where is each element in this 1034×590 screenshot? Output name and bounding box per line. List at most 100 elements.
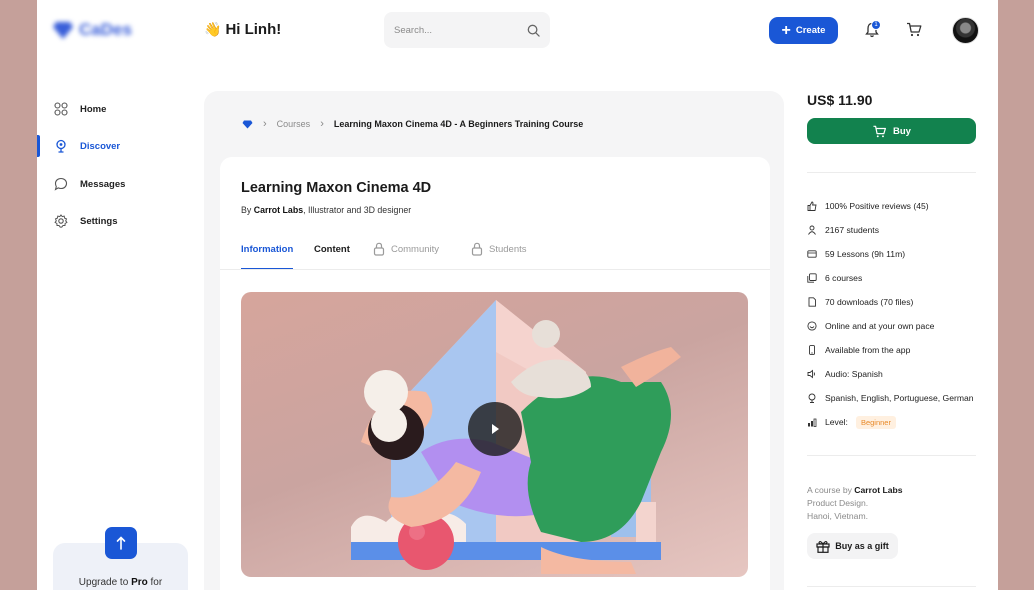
divider (807, 455, 976, 456)
search-input[interactable] (394, 24, 514, 36)
cart-icon (873, 125, 887, 137)
sidebar-item-discover[interactable]: Discover (54, 135, 120, 157)
sidebar-item-label: Home (80, 103, 107, 115)
avatar[interactable] (952, 17, 979, 44)
gift-label: Buy as a gift (835, 541, 889, 551)
course-author-link[interactable]: Carrot Labs (254, 205, 303, 215)
by-prefix: By (241, 205, 254, 215)
greeting-text: Hi Linh! (225, 21, 282, 38)
upgrade-pro: Pro (131, 577, 148, 588)
feature-text: 59 Lessons (9h 11m) (825, 249, 906, 259)
sidebar-item-label: Settings (80, 215, 118, 227)
courses-icon (807, 273, 817, 283)
course-price: US$ 11.90 (807, 92, 873, 108)
tab-label: Students (489, 244, 527, 255)
feature-text: 6 courses (825, 273, 863, 283)
divider (807, 172, 976, 173)
phone-icon (809, 345, 815, 355)
breadcrumb-courses[interactable]: Courses (277, 119, 311, 129)
level-icon (808, 418, 817, 427)
gift-icon (816, 540, 830, 553)
plus-icon: + (781, 21, 791, 39)
sidebar-item-label: Discover (80, 140, 121, 152)
logo[interactable]: CaDes (53, 20, 132, 40)
file-icon (808, 297, 816, 307)
create-label: Create (795, 25, 826, 36)
search-icon[interactable] (527, 24, 540, 37)
feature-app: Available from the app (807, 343, 910, 357)
feature-text: 70 downloads (70 files) (825, 297, 914, 307)
pace-icon (807, 321, 817, 331)
video-icon (807, 250, 817, 258)
thumbs-up-icon (807, 201, 817, 211)
buy-as-gift-button[interactable]: Buy as a gift (807, 533, 898, 559)
author-line-1: A course by Carrot Labs (807, 484, 903, 497)
tab-label: Community (391, 244, 440, 255)
feature-audio: Audio: Spanish (807, 367, 883, 381)
upgrade-prefix: Upgrade to (78, 577, 132, 588)
app-window: CaDes 👋 Hi Linh! + Create 1 Home Discove… (37, 0, 998, 590)
author-info: A course by Carrot Labs Product Design. … (807, 484, 903, 523)
feature-pace: Online and at your own pace (807, 319, 934, 333)
feature-courses: 6 courses (807, 271, 862, 285)
feature-reviews: 100% Positive reviews (45) (807, 199, 929, 213)
chat-icon (54, 177, 68, 191)
user-icon (808, 225, 816, 235)
discover-icon (56, 139, 66, 153)
sidebar-item-home[interactable]: Home (54, 98, 106, 120)
play-button[interactable] (468, 402, 522, 456)
sidebar-item-label: Messages (80, 178, 126, 190)
sidebar-item-settings[interactable]: Settings (54, 210, 117, 232)
nav-active-indicator (37, 135, 40, 157)
feature-text: 100% Positive reviews (45) (825, 201, 929, 211)
course-title: Learning Maxon Cinema 4D (241, 180, 432, 196)
notification-badge: 1 (871, 20, 881, 30)
feature-text: Online and at your own pace (825, 321, 935, 331)
feature-level: Level: Beginner (807, 415, 896, 429)
lock-icon (373, 242, 385, 256)
breadcrumb: › Courses › Learning Maxon Cinema 4D - A… (242, 118, 583, 130)
tab-community[interactable]: Community (373, 242, 440, 270)
tab-students[interactable]: Students (471, 242, 527, 270)
feature-text: 2167 students (825, 225, 879, 235)
buy-button[interactable]: Buy (807, 118, 976, 144)
course-byline: By Carrot Labs, Illustrator and 3D desig… (241, 205, 411, 215)
grid-icon (54, 102, 68, 116)
chevron-right-icon: › (320, 118, 324, 130)
sidebar-item-messages[interactable]: Messages (54, 173, 125, 195)
upgrade-text: Upgrade to Pro for (53, 577, 188, 588)
feature-downloads: 70 downloads (70 files) (807, 295, 913, 309)
play-icon (492, 424, 499, 434)
chevron-right-icon: › (263, 118, 267, 130)
author-name-link[interactable]: Carrot Labs (854, 485, 902, 495)
greeting: 👋 Hi Linh! (204, 21, 281, 38)
feature-text: Spanish, English, Portuguese, German (825, 393, 974, 403)
tab-information[interactable]: Information (241, 244, 294, 270)
upgrade-button[interactable] (105, 527, 137, 559)
author-line-2: Product Design. (807, 498, 869, 508)
logo-text: CaDes (79, 20, 132, 39)
gem-logo-icon (53, 22, 73, 39)
wave-emoji: 👋 (204, 21, 222, 37)
cart-icon[interactable] (906, 22, 922, 37)
tab-content[interactable]: Content (314, 244, 350, 270)
feature-text: Level: (825, 417, 848, 427)
feature-text: Available from the app (825, 345, 911, 355)
gear-icon (54, 214, 68, 228)
gem-home-icon[interactable] (242, 120, 253, 129)
feature-languages: Spanish, English, Portuguese, German (807, 391, 974, 405)
tab-divider (220, 269, 770, 270)
divider (807, 586, 976, 587)
level-badge: Beginner (855, 415, 896, 429)
feature-text: Audio: Spanish (825, 369, 883, 379)
create-button[interactable]: + Create (769, 17, 838, 44)
feature-students: 2167 students (807, 223, 879, 237)
feature-lessons: 59 Lessons (9h 11m) (807, 247, 905, 261)
buy-label: Buy (893, 125, 911, 137)
tab-label: Information (241, 244, 294, 255)
globe-icon (808, 393, 816, 403)
upgrade-suffix: for (147, 577, 163, 588)
author-line-3: Hanoi, Vietnam. (807, 511, 868, 521)
author-role: , Illustrator and 3D designer (303, 205, 412, 215)
search-bar[interactable] (384, 12, 550, 48)
